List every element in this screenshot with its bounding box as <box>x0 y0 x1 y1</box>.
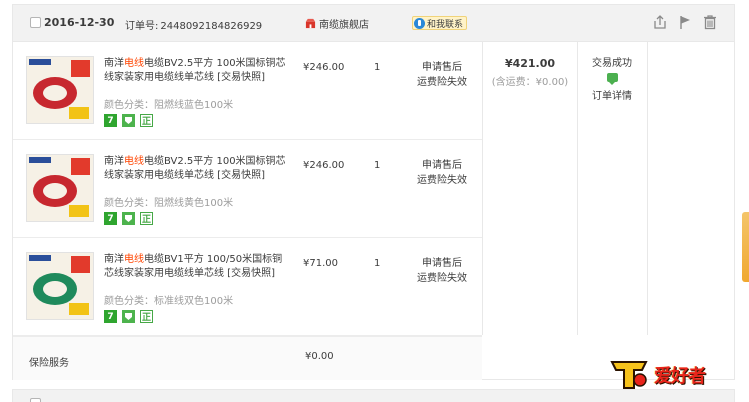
order-total-amount: ¥421.00 <box>504 57 556 70</box>
item-quantity: 1 <box>374 258 381 269</box>
item-price: ¥246.00 <box>303 160 345 171</box>
order-number: 订单号: 2448092184826929 <box>125 17 262 32</box>
order-card: 2016-12-30 订单号: 2448092184826929 南缆旗舰店 和我… <box>12 4 735 380</box>
title-text: 南洋 <box>104 58 124 69</box>
order-number-label: 订单号: <box>125 21 159 32</box>
item-quantity: 1 <box>374 160 381 171</box>
shop-link[interactable]: 南缆旗舰店 <box>305 16 369 31</box>
product-title-link[interactable]: 南洋电线电缆BV2.5平方 100米国标铜芯线家装家用电缆线单芯线 [交易快照] <box>104 57 292 85</box>
order-header: 2016-12-30 订单号: 2448092184826929 南缆旗舰店 和我… <box>13 5 734 42</box>
product-thumbnail[interactable] <box>26 252 94 320</box>
item-quantity: 1 <box>374 62 381 73</box>
chat-icon <box>414 17 425 29</box>
order-header-actions <box>652 14 718 30</box>
guarantee-shield-icon[interactable] <box>122 212 135 225</box>
order-item: 南洋电线电缆BV1平方 100/50米国标铜芯线家装家用电缆线单芯线 [交易快照… <box>13 238 482 336</box>
side-feedback-tab[interactable] <box>742 212 749 282</box>
contact-seller-button[interactable]: 和我联系 <box>412 16 468 30</box>
apply-after-sale-link[interactable]: 申请售后 <box>407 158 477 173</box>
guarantee-shield-icon[interactable] <box>122 310 135 323</box>
product-sku: 颜色分类：标准线双色100米 <box>104 296 234 307</box>
seven-day-return-icon[interactable]: 7 <box>104 114 117 127</box>
cable-coil-image <box>27 155 93 221</box>
product-thumbnail[interactable] <box>26 154 94 222</box>
next-order-checkbox[interactable] <box>30 398 41 402</box>
title-text: 南洋 <box>104 156 124 167</box>
order-checkbox[interactable] <box>30 17 41 28</box>
product-title-link[interactable]: 南洋电线电缆BV1平方 100/50米国标铜芯线家装家用电缆线单芯线 [交易快照… <box>104 253 292 281</box>
item-price: ¥71.00 <box>303 258 338 269</box>
order-item: 南洋电线电缆BV2.5平方 100米国标铜芯线家装家用电缆线单芯线 [交易快照]… <box>13 140 482 238</box>
shipping-insurance-status: 运费险失效 <box>417 77 467 88</box>
delete-icon[interactable] <box>702 14 718 30</box>
contact-label: 和我联系 <box>427 19 464 30</box>
column-divider <box>647 42 648 335</box>
apply-after-sale-link[interactable]: 申请售后 <box>407 256 477 271</box>
product-title-link[interactable]: 南洋电线电缆BV2.5平方 100米国标铜芯线家装家用电缆线单芯线 [交易快照] <box>104 155 292 183</box>
shipping-insurance-status: 运费险失效 <box>417 273 467 284</box>
insurance-price: ¥0.00 <box>305 351 334 362</box>
site-watermark-logo: 爱好者 <box>606 356 734 392</box>
shipping-insurance-status: 运费险失效 <box>417 175 467 186</box>
genuine-icon[interactable]: 正 <box>140 212 153 225</box>
shop-icon <box>305 18 316 29</box>
share-icon[interactable] <box>652 14 668 30</box>
title-highlight: 电线 <box>124 58 144 69</box>
product-sku: 颜色分类：阻燃线黄色100米 <box>104 198 234 209</box>
item-price: ¥246.00 <box>303 62 345 73</box>
insurance-row: 保险服务 ¥0.00 <box>13 336 482 380</box>
title-text: 南洋 <box>104 254 124 265</box>
title-highlight: 电线 <box>124 156 144 167</box>
apply-after-sale-link[interactable]: 申请售后 <box>407 60 477 75</box>
shipping-fee-note: (含运费：¥0.00) <box>491 77 569 88</box>
title-highlight: 电线 <box>124 254 144 265</box>
order-date: 2016-12-30 <box>44 16 115 29</box>
order-item: 南洋电线电缆BV2.5平方 100米国标铜芯线家装家用电缆线单芯线 [交易快照]… <box>13 42 482 140</box>
order-number-value: 2448092184826929 <box>160 21 263 32</box>
product-thumbnail[interactable] <box>26 56 94 124</box>
service-badges: 7 正 <box>104 310 153 323</box>
insurance-label: 保险服务 <box>29 358 69 369</box>
order-status: 交易成功 <box>592 58 632 69</box>
wangwang-chat-icon[interactable] <box>606 73 618 85</box>
after-sale-cell: 申请售后 运费险失效 <box>407 256 477 286</box>
seven-day-return-icon[interactable]: 7 <box>104 212 117 225</box>
after-sale-cell: 申请售后 运费险失效 <box>407 60 477 90</box>
after-sale-cell: 申请售后 运费险失效 <box>407 158 477 188</box>
shop-name: 南缆旗舰店 <box>319 20 369 31</box>
product-sku: 颜色分类：阻燃线蓝色100米 <box>104 100 234 111</box>
watermark-mascot-icon <box>610 361 648 389</box>
order-detail-link[interactable]: 订单详情 <box>578 90 646 104</box>
watermark-text: 爱好者 <box>654 366 706 387</box>
cable-coil-image <box>27 57 93 123</box>
service-badges: 7 正 <box>104 212 153 225</box>
order-status-cell: 交易成功 订单详情 <box>578 57 646 104</box>
service-badges: 7 正 <box>104 114 153 127</box>
genuine-icon[interactable]: 正 <box>140 310 153 323</box>
cable-coil-image <box>27 253 93 319</box>
genuine-icon[interactable]: 正 <box>140 114 153 127</box>
flag-icon[interactable] <box>677 14 693 30</box>
seven-day-return-icon[interactable]: 7 <box>104 310 117 323</box>
guarantee-shield-icon[interactable] <box>122 114 135 127</box>
order-total-cell: ¥421.00 (含运费：¥0.00) <box>483 57 577 88</box>
